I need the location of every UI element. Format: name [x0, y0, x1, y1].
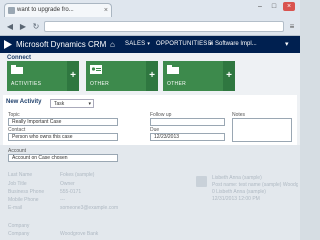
bg-label: Job Title [8, 181, 27, 187]
bg-value: 555-0171 [60, 189, 82, 195]
folder-icon [11, 65, 23, 74]
activity-type-value: Task [54, 101, 65, 107]
chevron-down-icon: ▾ [88, 101, 91, 107]
browser-toolbar: ◀ ▶ ↻ ≡ [0, 18, 300, 35]
account-field[interactable]: Account on Case chosen [8, 154, 118, 162]
bg-label: Business Phone [8, 189, 45, 195]
other-tile-1-label: OTHER [90, 81, 109, 87]
follow-up-field[interactable] [150, 118, 225, 126]
close-window-icon[interactable]: × [283, 2, 295, 11]
bg-label: Last Name [8, 172, 33, 178]
minimize-icon[interactable]: – [254, 2, 266, 11]
reload-icon[interactable]: ↻ [30, 21, 42, 32]
home-icon[interactable]: ⌂ [110, 39, 115, 50]
add-other-1-button[interactable]: + [146, 61, 158, 91]
bg-value: someone3@example.com [60, 205, 119, 211]
browser-tab-title: want to upgrade fro... [17, 7, 74, 13]
menu-icon[interactable]: ≡ [287, 21, 297, 32]
activities-tile[interactable]: ACTIVITIES + [7, 61, 79, 91]
back-arrow-icon[interactable]: ◀ [4, 21, 16, 32]
maximize-icon[interactable]: □ [268, 2, 280, 11]
bg-label: Mobile Phone [8, 197, 39, 203]
bg-label: Company [8, 231, 30, 237]
new-activity-title: New Activity [6, 99, 42, 105]
other-tile-2[interactable]: OTHER + [163, 61, 235, 91]
record-breadcrumb[interactable]: Bi Software Impl... [204, 39, 280, 50]
activity-type-select[interactable]: Task ▾ [50, 99, 94, 108]
bg-post-name: Lisbeth Anna (sample) [212, 175, 262, 181]
add-activity-button[interactable]: + [67, 61, 79, 91]
dynamics-logo-icon [4, 40, 12, 49]
add-other-2-button[interactable]: + [223, 61, 235, 91]
avatar [196, 176, 207, 187]
activities-tile-label: ACTIVITIES [11, 81, 42, 87]
due-field[interactable]: 12/23/2013 [150, 133, 225, 141]
crm-app-title: Microsoft Dynamics CRM [16, 40, 107, 49]
bg-value: Owner [60, 181, 75, 187]
bg-value: Fokes (sample) [60, 172, 95, 178]
browser-chrome: want to upgrade fro... × – □ × ◀ ▶ ↻ ≡ [0, 0, 300, 36]
contact-field[interactable]: Person who owns this case [8, 133, 118, 141]
bg-label: E-mail [8, 205, 23, 211]
nav-sales[interactable]: SALES ▾ [125, 40, 150, 49]
bg-label: Company [8, 223, 30, 229]
topic-field[interactable]: Really Important Case [8, 118, 118, 126]
bg-post-line: Post name: test name (sample) Woodgrove.… [212, 182, 298, 188]
folder-icon [167, 65, 179, 74]
other-tile-2-label: OTHER [167, 81, 186, 87]
crm-navbar: Microsoft Dynamics CRM ⌂ SALES ▾ OPPORTUN… [0, 36, 300, 53]
browser-tab[interactable]: want to upgrade fro... × [4, 3, 112, 17]
bg-post-line: 0 Lisbeth Anna (sample) [212, 189, 266, 195]
notes-field[interactable] [232, 118, 292, 142]
close-tab-icon[interactable]: × [104, 4, 108, 17]
bg-value: Woodgrove Bank [60, 231, 99, 237]
bg-post-date: 12/31/2013 12:00 PM [212, 196, 260, 202]
address-bar[interactable] [44, 21, 284, 32]
bg-value: --- [60, 197, 65, 203]
forward-arrow-icon[interactable]: ▶ [17, 21, 29, 32]
contact-card-icon [90, 65, 102, 74]
favicon [8, 7, 15, 14]
other-tile-1[interactable]: OTHER + [86, 61, 158, 91]
chevron-down-icon[interactable]: ▾ [285, 39, 289, 50]
